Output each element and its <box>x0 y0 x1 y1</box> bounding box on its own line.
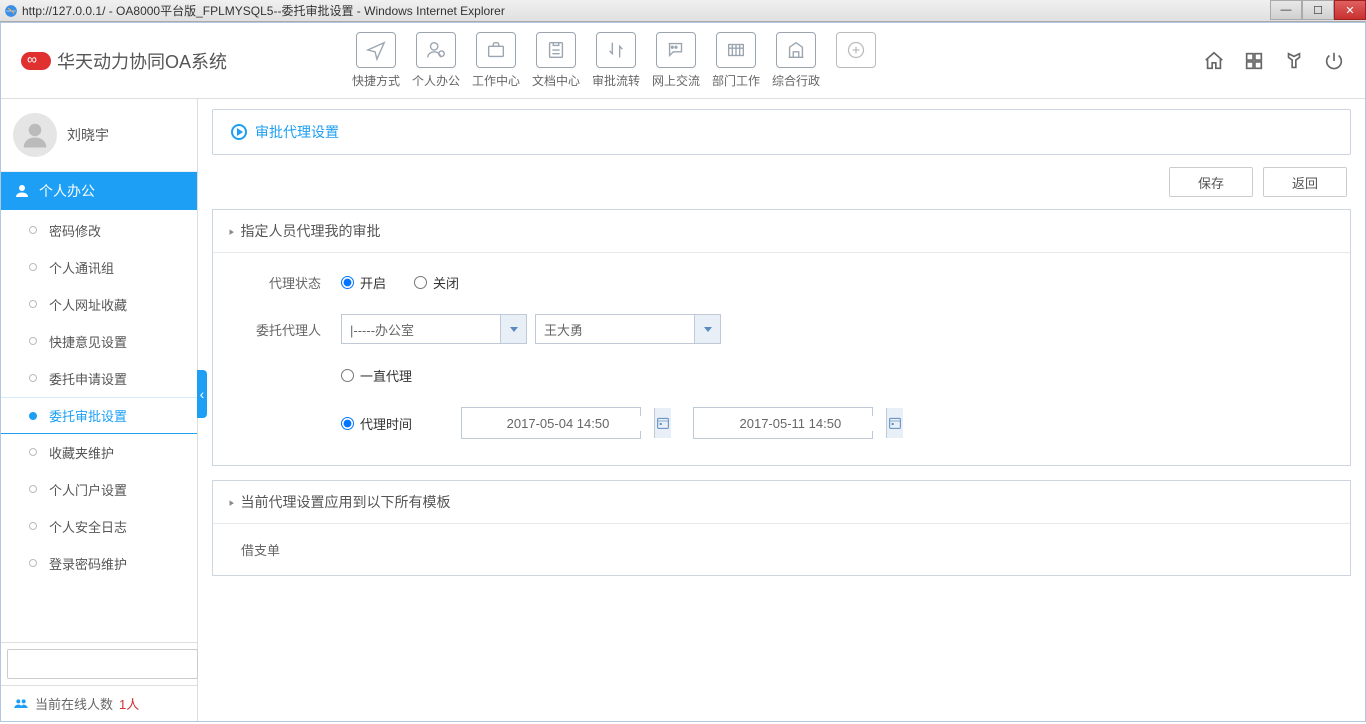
power-icon[interactable] <box>1323 50 1345 72</box>
sidebar-category[interactable]: 个人办公 <box>1 172 197 210</box>
status-label: 代理状态 <box>241 273 321 292</box>
section1-title[interactable]: 指定人员代理我的审批 <box>213 210 1350 253</box>
save-button[interactable]: 保存 <box>1169 167 1253 197</box>
window-close[interactable]: ✕ <box>1334 0 1366 20</box>
window-minimize[interactable]: — <box>1270 0 1302 20</box>
ie-icon <box>4 4 18 18</box>
radio-duration-always[interactable]: 一直代理 <box>341 366 412 385</box>
date-from-input[interactable] <box>462 416 654 431</box>
header-actions <box>1203 50 1345 72</box>
back-button[interactable]: 返回 <box>1263 167 1347 197</box>
nav-chat[interactable]: 网上交流 <box>647 30 705 91</box>
sidebar-item-1[interactable]: 个人通讯组 <box>1 249 197 286</box>
sidebar-menu: 密码修改个人通讯组个人网址收藏快捷意见设置委托申请设置委托审批设置收藏夹维护个人… <box>1 210 197 643</box>
sidebar-item-8[interactable]: 个人安全日志 <box>1 508 197 545</box>
sidebar-item-4[interactable]: 委托申请设置 <box>1 360 197 397</box>
browser-titlebar: http://127.0.0.1/ - OA8000平台版_FPLMYSQL5-… <box>0 0 1366 22</box>
top-nav: 快捷方式 个人办公 工作中心 文档中心 审批流转 网上交流 部门工作 综合行政 <box>347 30 1203 91</box>
chevron-down-icon <box>500 315 526 343</box>
app-header: 华天动力协同OA系统 快捷方式 个人办公 工作中心 文档中心 审批流转 网上交流… <box>1 23 1365 99</box>
sidebar-item-6[interactable]: 收藏夹维护 <box>1 434 197 471</box>
agent-label: 委托代理人 <box>241 320 321 339</box>
page-title: 审批代理设置 <box>255 122 339 142</box>
section-templates: 当前代理设置应用到以下所有模板 借支单 <box>212 480 1351 576</box>
people-icon <box>13 696 29 712</box>
window-title: http://127.0.0.1/ - OA8000平台版_FPLMYSQL5-… <box>22 2 505 19</box>
nav-work[interactable]: 工作中心 <box>467 30 525 91</box>
username: 刘晓宇 <box>67 125 109 145</box>
sidebar-search <box>1 643 197 686</box>
search-input[interactable] <box>7 649 198 679</box>
date-to[interactable] <box>693 407 873 439</box>
grid-icon[interactable] <box>1243 50 1265 72</box>
dept-select[interactable]: |-----办公室 <box>341 314 527 344</box>
logo: 华天动力协同OA系统 <box>21 48 227 74</box>
section2-title[interactable]: 当前代理设置应用到以下所有模板 <box>213 481 1350 524</box>
logo-icon <box>21 52 51 70</box>
radio-duration-range[interactable]: 代理时间 <box>341 414 441 433</box>
nav-docs[interactable]: 文档中心 <box>527 30 585 91</box>
nav-admin[interactable]: 综合行政 <box>767 30 825 91</box>
radio-status-off[interactable]: 关闭 <box>414 273 459 292</box>
nav-add[interactable] <box>827 30 885 91</box>
sidebar-item-7[interactable]: 个人门户设置 <box>1 471 197 508</box>
radio-status-on[interactable]: 开启 <box>341 273 386 292</box>
calendar-icon[interactable] <box>886 408 903 438</box>
sidebar-item-0[interactable]: 密码修改 <box>1 212 197 249</box>
logo-text: 华天动力协同OA系统 <box>57 48 227 74</box>
user-box: 刘晓宇 <box>1 99 197 172</box>
template-item: 借支单 <box>213 524 1350 575</box>
page-title-panel: 审批代理设置 <box>212 109 1351 155</box>
person-select[interactable]: 王大勇 <box>535 314 721 344</box>
section-agent-setting: 指定人员代理我的审批 代理状态 开启 关闭 委托代理人 |-----办公室 王大… <box>212 209 1351 466</box>
window-maximize[interactable]: ☐ <box>1302 0 1334 20</box>
date-to-input[interactable] <box>694 416 886 431</box>
nav-approval[interactable]: 审批流转 <box>587 30 645 91</box>
calendar-icon[interactable] <box>654 408 671 438</box>
arrow-icon <box>231 124 247 140</box>
content-area: 审批代理设置 保存 返回 指定人员代理我的审批 代理状态 开启 关闭 <box>198 99 1365 721</box>
online-count: 当前在线人数 1人 <box>1 686 197 721</box>
sidebar-item-3[interactable]: 快捷意见设置 <box>1 323 197 360</box>
home-icon[interactable] <box>1203 50 1225 72</box>
chevron-down-icon <box>694 315 720 343</box>
action-buttons: 保存 返回 <box>212 167 1351 197</box>
sidebar-item-9[interactable]: 登录密码维护 <box>1 545 197 582</box>
nav-quick[interactable]: 快捷方式 <box>347 30 405 91</box>
sidebar-item-5[interactable]: 委托审批设置 <box>1 397 197 434</box>
person-icon <box>13 182 31 200</box>
nav-personal[interactable]: 个人办公 <box>407 30 465 91</box>
sidebar-collapse[interactable] <box>197 370 207 418</box>
date-from[interactable] <box>461 407 641 439</box>
sidebar-item-2[interactable]: 个人网址收藏 <box>1 286 197 323</box>
theme-icon[interactable] <box>1283 50 1305 72</box>
nav-dept[interactable]: 部门工作 <box>707 30 765 91</box>
avatar <box>13 113 57 157</box>
sidebar: 刘晓宇 个人办公 密码修改个人通讯组个人网址收藏快捷意见设置委托申请设置委托审批… <box>1 99 198 721</box>
